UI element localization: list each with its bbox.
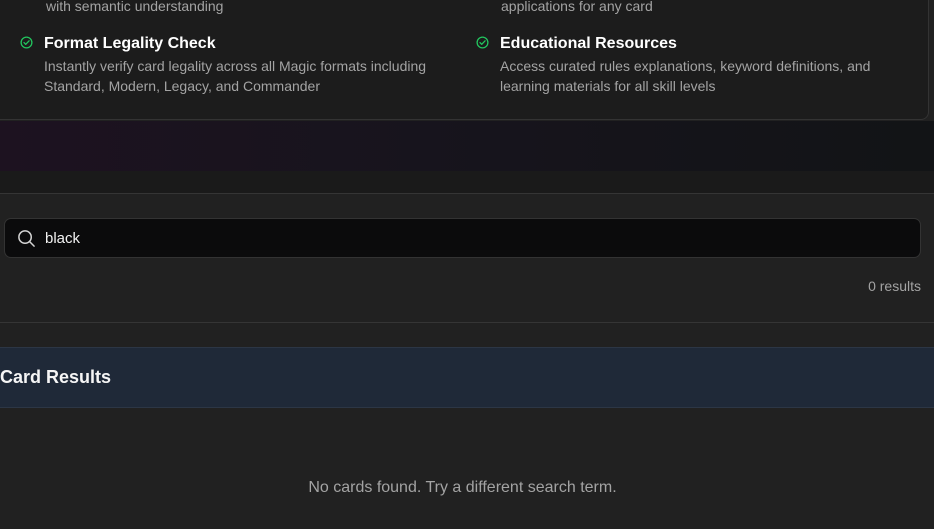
hero-gradient-band: [0, 121, 934, 171]
search-icon: [18, 230, 35, 247]
section-divider: [0, 322, 934, 323]
feature-title: Format Legality Check: [44, 35, 216, 52]
feature-title: Educational Resources: [500, 35, 677, 52]
results-count: 0 results: [868, 278, 921, 294]
empty-state-message: No cards found. Try a different search t…: [308, 479, 617, 496]
search-input[interactable]: [45, 228, 905, 248]
check-circle-icon: [20, 36, 33, 49]
card-results-header: Card Results: [0, 347, 934, 408]
feature-description: Access curated rules explanations, keywo…: [500, 58, 871, 94]
check-circle-icon: [476, 36, 489, 49]
section-spacer: [0, 171, 934, 193]
section-divider: [0, 193, 934, 194]
card-results-title: Card Results: [0, 367, 112, 387]
feature-description: Instantly verify card legality across al…: [44, 58, 427, 94]
search-box[interactable]: [4, 218, 921, 258]
feature-desc-partial-right: applications for any card: [501, 0, 653, 14]
feature-desc-partial-left: with semantic understanding: [46, 0, 224, 14]
